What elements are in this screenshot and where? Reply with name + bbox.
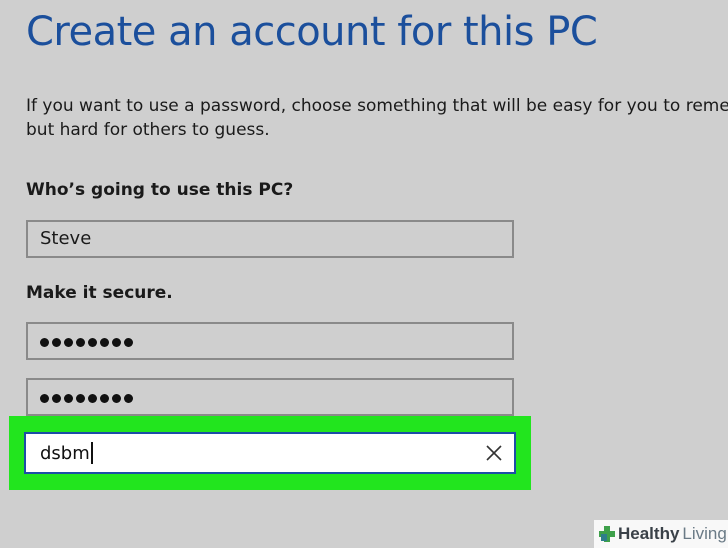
password-dot (76, 394, 85, 403)
watermark: Healthy Living (594, 520, 728, 548)
watermark-brand-secondary: Living (682, 524, 727, 543)
username-field[interactable]: Steve (26, 220, 514, 258)
password-mask (40, 338, 133, 347)
password-dot (76, 338, 85, 347)
password-dot (40, 394, 49, 403)
close-icon (486, 445, 502, 461)
password-dot (52, 394, 61, 403)
username-value: Steve (40, 228, 92, 249)
page-description: If you want to use a password, choose so… (26, 94, 728, 142)
username-label: Who’s going to use this PC? (26, 180, 294, 200)
password-dot (112, 394, 121, 403)
description-line-2: but hard for others to guess. (26, 120, 270, 140)
password-dot (64, 338, 73, 347)
password-hint-field[interactable]: dsbm (24, 432, 516, 474)
description-line-1: If you want to use a password, choose so… (26, 96, 728, 116)
password-hint-text: dsbm (40, 443, 90, 464)
page-title: Create an account for this PC (26, 9, 598, 55)
text-caret (90, 442, 93, 464)
watermark-brand-primary: Healthy (618, 524, 680, 543)
password-dot (124, 338, 133, 347)
password-dot (88, 338, 97, 347)
plus-icon (599, 526, 615, 542)
clear-button[interactable] (484, 443, 504, 463)
confirm-password-mask (40, 394, 133, 403)
password-dot (40, 338, 49, 347)
confirm-password-field[interactable] (26, 378, 514, 416)
password-dot (112, 338, 121, 347)
password-dot (100, 338, 109, 347)
password-dot (100, 394, 109, 403)
password-dot (64, 394, 73, 403)
password-dot (52, 338, 61, 347)
password-field[interactable] (26, 322, 514, 360)
password-dot (124, 394, 133, 403)
password-hint-value: dsbm (40, 434, 93, 474)
password-dot (88, 394, 97, 403)
password-section-label: Make it secure. (26, 283, 173, 303)
